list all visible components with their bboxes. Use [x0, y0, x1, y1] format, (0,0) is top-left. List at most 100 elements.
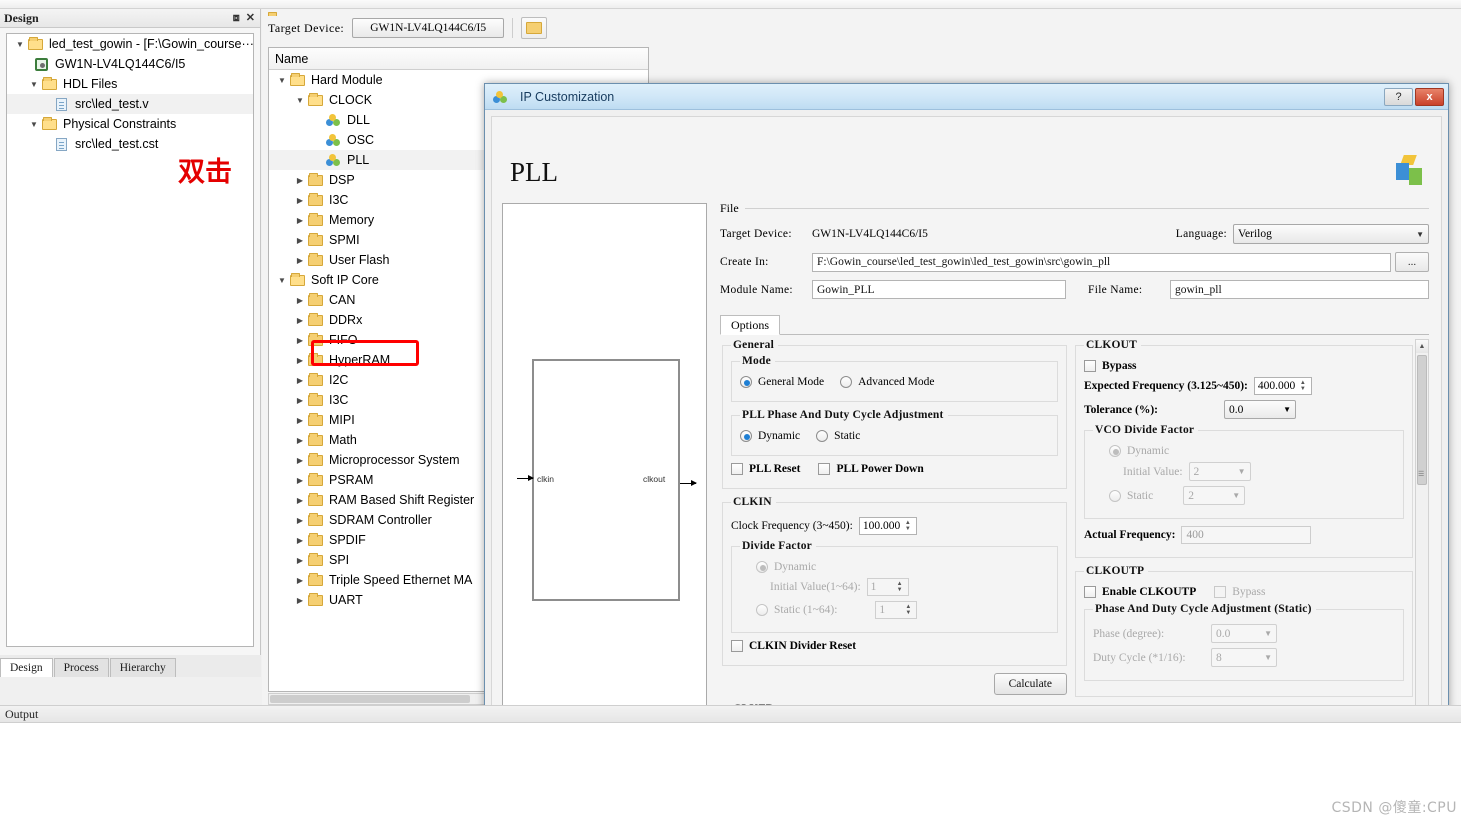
clkout-bypass-checkbox[interactable] [1084, 360, 1096, 372]
calculate-button[interactable]: Calculate [993, 673, 1067, 695]
twisty-collapsed-icon[interactable]: ▶ [293, 256, 307, 265]
twisty-collapsed-icon[interactable]: ▶ [293, 356, 307, 365]
pll-reset-checkbox[interactable] [731, 463, 743, 475]
twisty-collapsed-icon[interactable]: ▶ [293, 436, 307, 445]
twisty-collapsed-icon[interactable]: ▶ [293, 236, 307, 245]
pll-power-down-checkbox[interactable] [818, 463, 831, 475]
tab-options[interactable]: Options [720, 315, 781, 335]
spinner-arrows-icon[interactable]: ▲ ▼ [903, 604, 913, 616]
options-panes: General Mode General Mode Advanced Mode [720, 335, 1429, 768]
close-icon[interactable]: ✕ [246, 12, 255, 24]
open-folder-button[interactable] [521, 17, 548, 39]
create-in-input[interactable]: F:\Gowin_course\led_test_gowin\led_test_… [812, 252, 1391, 272]
folder-open-icon [27, 37, 45, 51]
vco-dynamic-radio[interactable] [1109, 445, 1121, 457]
vco-static-radio[interactable] [1109, 489, 1121, 502]
twisty-expanded-icon[interactable]: ▼ [13, 40, 27, 49]
twisty-expanded-icon[interactable]: ▼ [275, 76, 289, 85]
twisty-collapsed-icon[interactable]: ▶ [293, 376, 307, 385]
target-device-combo[interactable]: GW1N-LV4LQ144C6/I5 [352, 18, 505, 38]
twisty-collapsed-icon[interactable]: ▶ [293, 416, 307, 425]
spinner-arrows-icon[interactable]: ▲ ▼ [903, 520, 913, 532]
output-panel-content [0, 723, 1461, 819]
enable-clkoutp-checkbox[interactable] [1084, 586, 1096, 598]
phase-static-radio[interactable] [816, 430, 829, 442]
twisty-collapsed-icon[interactable]: ▶ [293, 556, 307, 565]
chevron-down-icon: ▼ [1264, 653, 1272, 662]
browse-button[interactable]: ... [1395, 252, 1429, 272]
module-name-input[interactable]: Gowin_PLL [812, 280, 1066, 299]
twisty-expanded-icon[interactable]: ▼ [275, 276, 289, 285]
design-tree[interactable]: ▼ led_test_gowin - [F:\Gowin_course··· G… [6, 33, 254, 647]
spinner-arrows-icon[interactable]: ▲ ▼ [895, 581, 905, 593]
design-tree-row-led-test-v[interactable]: src\led_test.v [7, 94, 253, 114]
folder-icon [307, 473, 325, 487]
tab-design[interactable]: Design [0, 658, 53, 677]
twisty-collapsed-icon[interactable]: ▶ [293, 396, 307, 405]
twisty-expanded-icon[interactable]: ▼ [27, 80, 41, 89]
port-label-clkout: clkout [643, 474, 666, 484]
clock-frequency-spinner[interactable]: 100.000 ▲ ▼ [858, 517, 917, 535]
clkin-df-static-radio[interactable] [756, 604, 768, 616]
language-combo[interactable]: Verilog ▼ [1233, 224, 1429, 244]
advanced-mode-radio[interactable] [840, 376, 853, 388]
design-tree-row-project[interactable]: ▼ led_test_gowin - [F:\Gowin_course··· [7, 34, 253, 54]
twisty-collapsed-icon[interactable]: ▶ [293, 596, 307, 605]
file-name-input[interactable]: gowin_pll [1170, 280, 1429, 299]
design-tree-row-hdl-files[interactable]: ▼ HDL Files [7, 74, 253, 94]
design-tree-row-device[interactable]: GW1N-LV4LQ144C6/I5 [7, 54, 253, 74]
twisty-collapsed-icon[interactable]: ▶ [293, 196, 307, 205]
clkoutp-bypass-checkbox[interactable] [1214, 586, 1227, 598]
clkin-df-static-spinner[interactable]: 1 ▲ ▼ [875, 601, 918, 619]
clkoutp-duty-combo[interactable]: 8 ▼ [1211, 648, 1277, 667]
clkoutp-enable-row: Enable CLKOUTP Bypass [1084, 586, 1404, 598]
ip-tree-label: Memory [329, 213, 375, 227]
ip-tree-label: Microprocessor System [329, 453, 460, 467]
twisty-collapsed-icon[interactable]: ▶ [293, 536, 307, 545]
dialog-tabstrip[interactable]: Options [720, 315, 1429, 335]
twisty-collapsed-icon[interactable]: ▶ [293, 576, 307, 585]
float-icon[interactable]: ⧈ [233, 12, 240, 24]
dialog-titlebar[interactable]: IP Customization ? x [485, 84, 1448, 110]
tab-process[interactable]: Process [53, 658, 109, 677]
twisty-collapsed-icon[interactable]: ▶ [293, 476, 307, 485]
tolerance-label: Tolerance (%): [1084, 403, 1158, 416]
scrollbar-thumb[interactable] [1417, 355, 1427, 485]
twisty-expanded-icon[interactable]: ▼ [27, 120, 41, 129]
twisty-collapsed-icon[interactable]: ▶ [293, 176, 307, 185]
options-vertical-scrollbar[interactable]: ▲ ☰ ▼ [1415, 339, 1429, 766]
options-left-column: General Mode General Mode Advanced Mode [722, 339, 1067, 766]
twisty-collapsed-icon[interactable]: ▶ [293, 316, 307, 325]
tab-hierarchy[interactable]: Hierarchy [109, 658, 176, 677]
clkin-divider-reset-checkbox[interactable] [731, 640, 743, 652]
twisty-expanded-icon[interactable]: ▼ [293, 96, 307, 105]
mode-group-label: Mode [742, 355, 771, 367]
clkin-df-initial-spinner[interactable]: 1 ▲ ▼ [866, 578, 909, 596]
twisty-collapsed-icon[interactable]: ▶ [293, 336, 307, 345]
expected-frequency-spinner[interactable]: 400.000 ▲ ▼ [1253, 377, 1312, 395]
twisty-collapsed-icon[interactable]: ▶ [293, 456, 307, 465]
clkin-df-dynamic-radio[interactable] [756, 561, 768, 573]
general-mode-radio[interactable] [740, 376, 752, 388]
twisty-collapsed-icon[interactable]: ▶ [293, 216, 307, 225]
phase-static-label: Static [834, 430, 861, 442]
close-icon[interactable]: x [1415, 87, 1444, 106]
clkoutp-phase-combo[interactable]: 0.0 ▼ [1211, 624, 1277, 643]
design-panel-tabs[interactable]: Design Process Hierarchy [0, 655, 261, 677]
clkin-divide-factor-group: Divide Factor Dynamic Initial Value(1~64… [731, 540, 1058, 633]
twisty-collapsed-icon[interactable]: ▶ [293, 516, 307, 525]
vco-static-combo[interactable]: 2 ▼ [1183, 486, 1246, 505]
enable-clkoutp-label: Enable CLKOUTP [1102, 586, 1197, 598]
folder-open-icon [289, 73, 307, 87]
scroll-up-icon[interactable]: ▲ [1416, 340, 1428, 353]
tolerance-combo[interactable]: 0.0 ▼ [1224, 400, 1296, 419]
twisty-collapsed-icon[interactable]: ▶ [293, 496, 307, 505]
help-button[interactable]: ? [1384, 87, 1413, 106]
phase-dynamic-radio[interactable] [740, 430, 752, 442]
twisty-collapsed-icon[interactable]: ▶ [293, 296, 307, 305]
vco-initial-combo[interactable]: 2 ▼ [1188, 462, 1251, 481]
spinner-arrows-icon[interactable]: ▲ ▼ [1298, 380, 1308, 392]
ip-tree-label: I2C [329, 373, 349, 387]
design-tree-row-physical-constraints[interactable]: ▼ Physical Constraints [7, 114, 253, 134]
